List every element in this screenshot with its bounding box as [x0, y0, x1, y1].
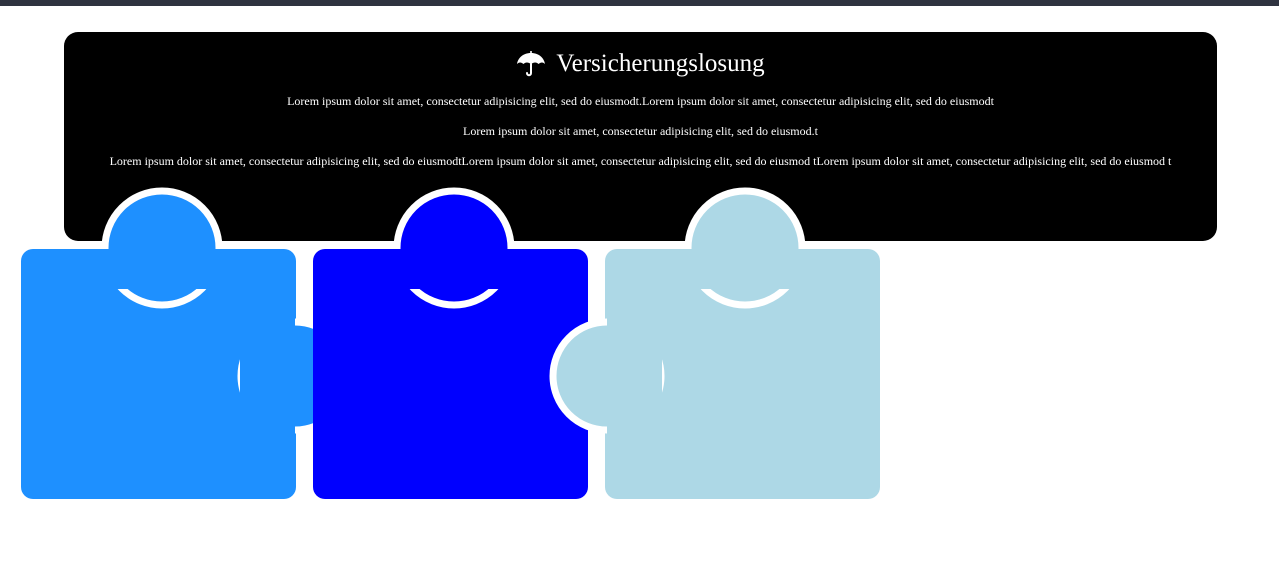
paragraph-2: Lorem ipsum dolor sit amet, consectetur … — [463, 124, 818, 138]
puzzle-piece-3-left-knob-base — [607, 318, 662, 434]
page-title: Versicherungslosung — [84, 48, 1197, 80]
page-title-text: Versicherungslosung — [556, 50, 765, 77]
paragraph-3: Lorem ipsum dolor sit amet, consectetur … — [109, 154, 1172, 168]
puzzle-piece-1-top-knob-base — [100, 249, 224, 289]
puzzle-piece-1-right-knob-base — [240, 318, 295, 434]
info-card: Versicherungslosung Lorem ipsum dolor si… — [64, 32, 1217, 241]
puzzle-piece-2-top-knob-base — [392, 249, 516, 289]
top-strip — [0, 0, 1279, 6]
puzzle-piece-3-top-knob-base — [683, 249, 807, 289]
umbrella-icon — [517, 51, 546, 77]
paragraph-1: Lorem ipsum dolor sit amet, consectetur … — [287, 94, 994, 108]
